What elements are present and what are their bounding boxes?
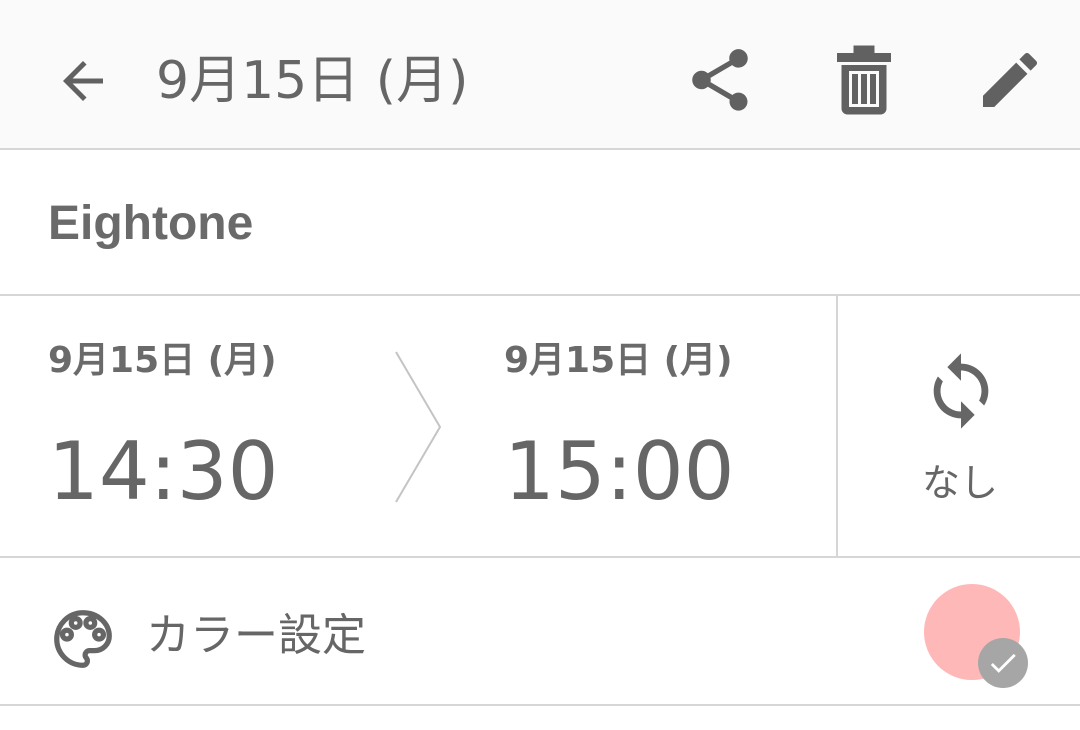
check-badge (978, 638, 1028, 688)
event-title: Eightone (48, 197, 254, 250)
back-button[interactable] (46, 44, 120, 118)
event-title-row: Eightone (0, 150, 1080, 296)
repeat-setting[interactable]: なし (836, 296, 1080, 556)
start-time: 14:30 (48, 425, 279, 518)
end-time: 15:00 (504, 425, 735, 518)
share-icon (692, 49, 748, 111)
sync-icon (933, 353, 989, 429)
end-date: 9月15日 (月) (504, 340, 733, 381)
repeat-label: なし (921, 461, 998, 505)
delete-button[interactable] (826, 40, 902, 120)
start-date: 9月15日 (月) (48, 340, 277, 381)
edit-button[interactable] (970, 40, 1050, 120)
trash-icon (837, 45, 891, 115)
time-range-row: 9月15日 (月) 14:30 9月15日 (月) 15:00 なし (0, 296, 1080, 558)
color-setting-label: カラー設定 (146, 610, 366, 661)
palette-icon (54, 610, 112, 668)
pencil-icon (983, 52, 1038, 107)
start-time-block: 9月15日 (月) 14:30 (48, 296, 378, 556)
arrow-left-icon (63, 61, 103, 101)
repeat-icon-wrapper (920, 348, 1002, 434)
check-icon (990, 653, 1016, 673)
page-title: 9月15日 (月) (156, 51, 469, 111)
share-button[interactable] (680, 40, 760, 120)
chevron-right-icon (395, 351, 442, 503)
end-time-block: 9月15日 (月) 15:00 (504, 296, 824, 556)
app-bar: 9月15日 (月) (0, 0, 1080, 150)
color-setting-row[interactable]: カラー設定 (0, 558, 1080, 706)
